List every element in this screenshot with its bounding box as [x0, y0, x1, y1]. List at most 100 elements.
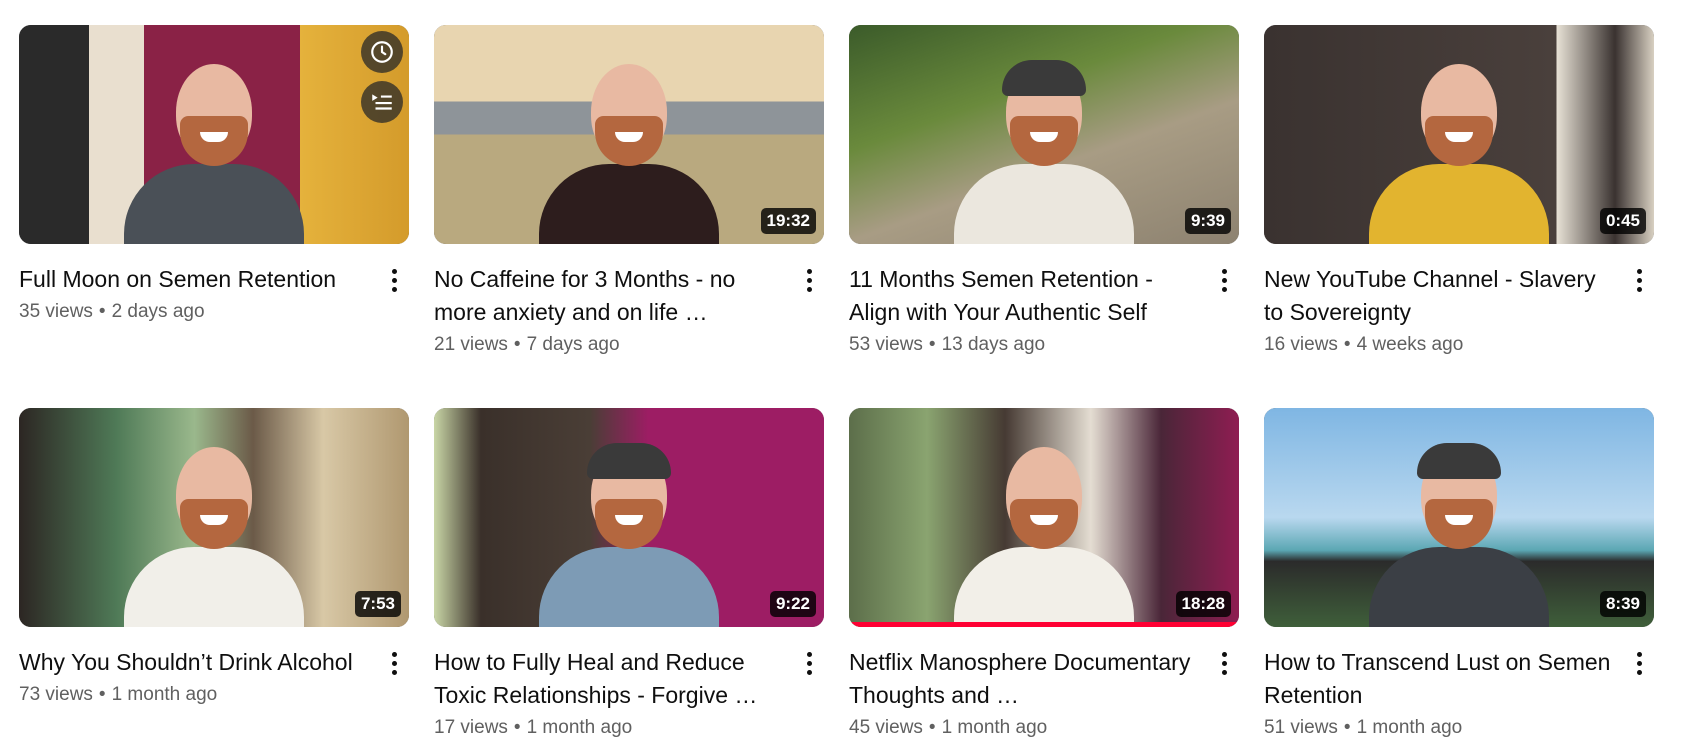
- video-details: 11 Months Semen Retention - Align with Y…: [849, 263, 1239, 360]
- video-thumbnail[interactable]: 0:45: [1264, 25, 1654, 244]
- kebab-dot: [806, 660, 812, 666]
- view-count: 21 views: [434, 334, 508, 355]
- video-title[interactable]: Full Moon on Semen Retention: [19, 263, 373, 296]
- video-card[interactable]: 7:53 Why You Shouldn’t Drink Alcohol 73 …: [19, 408, 409, 743]
- kebab-dot: [806, 651, 812, 657]
- duration-badge: 7:53: [354, 591, 401, 617]
- separator-dot: •: [928, 334, 936, 355]
- upload-age: 1 month ago: [526, 717, 633, 738]
- thumbnail-person: [954, 60, 1134, 244]
- video-thumbnail[interactable]: 9:22: [434, 408, 824, 627]
- video-metadata: 21 views • 7 days ago: [434, 330, 788, 360]
- video-details: No Caffeine for 3 Months - no more anxie…: [434, 263, 824, 360]
- video-details: How to Transcend Lust on Semen Retention…: [1264, 646, 1654, 743]
- upload-age: 1 month ago: [941, 717, 1048, 738]
- kebab-dot: [391, 651, 397, 657]
- video-details: Why You Shouldn’t Drink Alcohol 73 views…: [19, 646, 409, 710]
- kebab-dot: [1221, 277, 1227, 283]
- kebab-dot: [391, 660, 397, 666]
- video-title[interactable]: Netflix Manosphere Documentary Thoughts …: [849, 646, 1203, 712]
- video-thumbnail[interactable]: 9:39: [849, 25, 1239, 244]
- video-metadata: 45 views • 1 month ago: [849, 713, 1203, 743]
- kebab-dot: [1636, 651, 1642, 657]
- video-card[interactable]: 8:39 How to Transcend Lust on Semen Rete…: [1264, 408, 1654, 743]
- video-title[interactable]: How to Fully Heal and Reduce Toxic Relat…: [434, 646, 788, 712]
- upload-age: 13 days ago: [941, 334, 1046, 355]
- video-metadata: 51 views • 1 month ago: [1264, 713, 1618, 743]
- thumbnail-person: [124, 64, 304, 244]
- view-count: 45 views: [849, 717, 923, 738]
- kebab-dot: [391, 268, 397, 274]
- kebab-dot: [1221, 669, 1227, 675]
- upload-age: 7 days ago: [526, 334, 620, 355]
- kebab-dot: [1221, 660, 1227, 666]
- thumbnail-person: [539, 64, 719, 244]
- kebab-dot: [806, 268, 812, 274]
- more-actions-button[interactable]: [1624, 646, 1654, 680]
- view-count: 17 views: [434, 717, 508, 738]
- video-card[interactable]: 9:39 11 Months Semen Retention - Align w…: [849, 25, 1239, 360]
- video-details: Netflix Manosphere Documentary Thoughts …: [849, 646, 1239, 743]
- video-details: Full Moon on Semen Retention 35 views • 2 …: [19, 263, 409, 327]
- video-title[interactable]: New YouTube Channel - Slavery to Soverei…: [1264, 263, 1618, 329]
- duration-badge: 0:45: [1599, 208, 1646, 234]
- more-actions-button[interactable]: [1209, 263, 1239, 297]
- watch-progress-bar: [849, 622, 1239, 627]
- more-actions-button[interactable]: [379, 263, 409, 297]
- upload-age: 1 month ago: [1356, 717, 1463, 738]
- thumbnail-person: [1369, 443, 1549, 627]
- upload-age: 2 days ago: [111, 301, 205, 322]
- duration-badge: 18:28: [1175, 591, 1231, 617]
- kebab-dot: [1636, 268, 1642, 274]
- separator-dot: •: [928, 717, 936, 738]
- separator-dot: •: [98, 684, 106, 705]
- separator-dot: •: [1343, 717, 1351, 738]
- kebab-dot: [1636, 277, 1642, 283]
- video-thumbnail[interactable]: 19:32: [434, 25, 824, 244]
- video-title[interactable]: Why You Shouldn’t Drink Alcohol: [19, 646, 373, 679]
- video-title[interactable]: 11 Months Semen Retention - Align with Y…: [849, 263, 1203, 329]
- kebab-dot: [806, 277, 812, 283]
- more-actions-button[interactable]: [794, 263, 824, 297]
- watch-later-icon[interactable]: [361, 31, 403, 73]
- video-thumbnail[interactable]: 18:28: [849, 408, 1239, 627]
- view-count: 35 views: [19, 301, 93, 322]
- kebab-dot: [1221, 268, 1227, 274]
- video-card[interactable]: 18:28 Netflix Manosphere Documentary Tho…: [849, 408, 1239, 743]
- video-metadata: 53 views • 13 days ago: [849, 330, 1203, 360]
- video-thumbnail[interactable]: 7:53: [19, 408, 409, 627]
- view-count: 51 views: [1264, 717, 1338, 738]
- video-thumbnail[interactable]: [19, 25, 409, 244]
- add-to-queue-icon[interactable]: [361, 81, 403, 123]
- video-card[interactable]: Full Moon on Semen Retention 35 views • 2 …: [19, 25, 409, 360]
- view-count: 16 views: [1264, 334, 1338, 355]
- more-actions-button[interactable]: [794, 646, 824, 680]
- duration-badge: 8:39: [1599, 591, 1646, 617]
- video-thumbnail[interactable]: 8:39: [1264, 408, 1654, 627]
- more-actions-button[interactable]: [379, 646, 409, 680]
- video-card[interactable]: 19:32 No Caffeine for 3 Months - no more…: [434, 25, 824, 360]
- video-card[interactable]: 9:22 How to Fully Heal and Reduce Toxic …: [434, 408, 824, 743]
- video-metadata: 35 views • 2 days ago: [19, 297, 373, 327]
- view-count: 73 views: [19, 684, 93, 705]
- more-actions-button[interactable]: [1624, 263, 1654, 297]
- video-details: How to Fully Heal and Reduce Toxic Relat…: [434, 646, 824, 743]
- video-details: New YouTube Channel - Slavery to Soverei…: [1264, 263, 1654, 360]
- video-title[interactable]: No Caffeine for 3 Months - no more anxie…: [434, 263, 788, 329]
- upload-age: 4 weeks ago: [1356, 334, 1464, 355]
- video-title[interactable]: How to Transcend Lust on Semen Retention: [1264, 646, 1618, 712]
- kebab-dot: [806, 286, 812, 292]
- video-card[interactable]: 0:45 New YouTube Channel - Slavery to So…: [1264, 25, 1654, 360]
- kebab-dot: [391, 277, 397, 283]
- separator-dot: •: [513, 717, 521, 738]
- video-metadata: 73 views • 1 month ago: [19, 680, 373, 710]
- kebab-dot: [1636, 286, 1642, 292]
- view-count: 53 views: [849, 334, 923, 355]
- kebab-dot: [806, 669, 812, 675]
- upload-age: 1 month ago: [111, 684, 218, 705]
- thumbnail-person: [124, 447, 304, 627]
- kebab-dot: [1636, 660, 1642, 666]
- separator-dot: •: [1343, 334, 1351, 355]
- more-actions-button[interactable]: [1209, 646, 1239, 680]
- kebab-dot: [1221, 651, 1227, 657]
